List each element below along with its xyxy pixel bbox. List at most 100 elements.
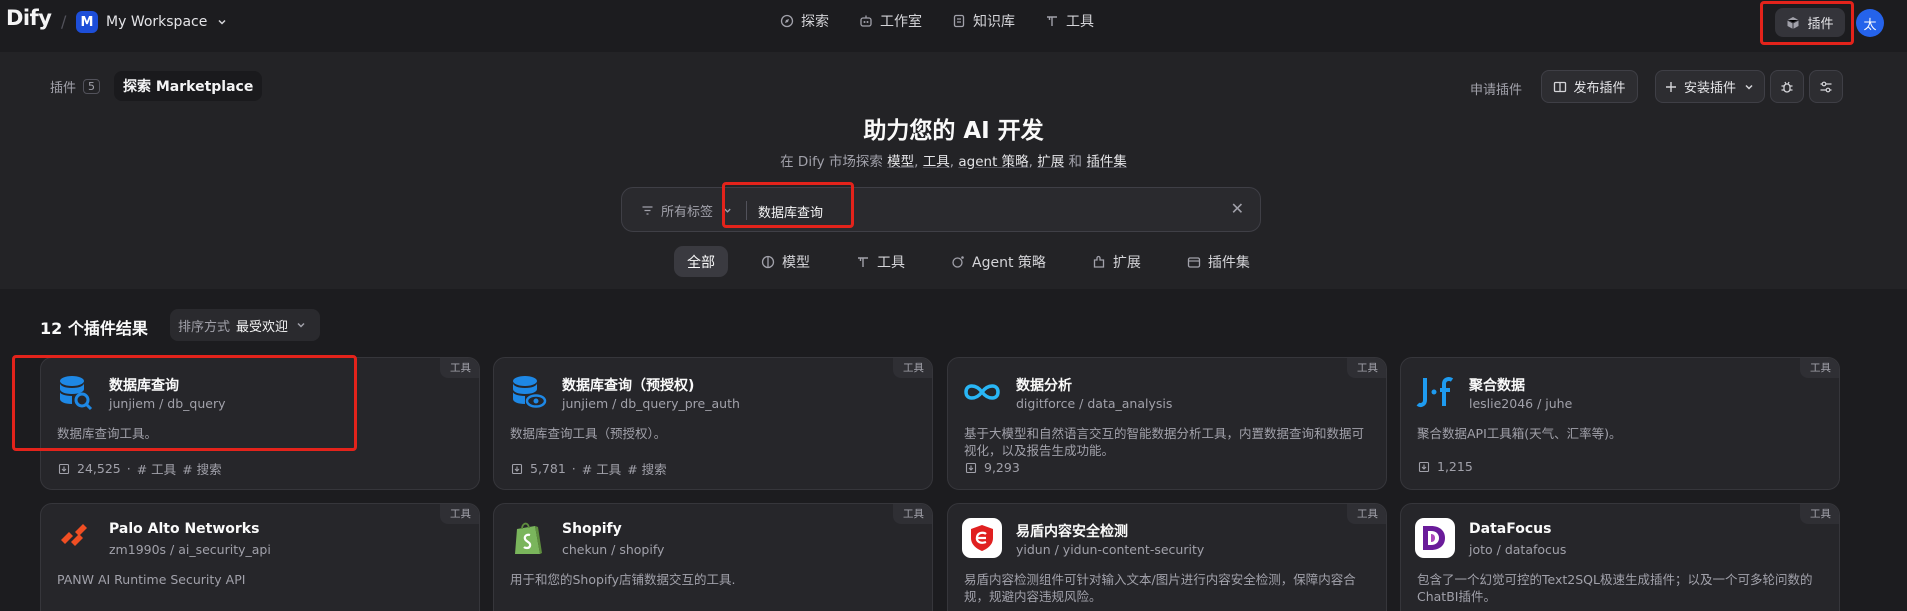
plugin-card-juhe[interactable]: 工具 聚合数据 leslie2046 / juhe 聚合数据API工具箱(天气、… [1400,357,1840,490]
plugin-card-db-query-pre-auth[interactable]: 工具 数据库查询（预授权) junjiem / db_query_pre_aut… [493,357,933,490]
clear-search-icon[interactable]: ✕ [1231,199,1244,218]
plugin-type-tag: 工具 [893,504,932,524]
hero-link-agent[interactable]: agent 策略 [958,154,1028,170]
plugin-type-tag: 工具 [440,504,479,524]
plugin-card-palo-alto[interactable]: 工具 Palo Alto Networks zm1990s / ai_secur… [40,503,480,611]
dify-logo[interactable]: Dify [6,6,52,30]
nav-knowledge-label: 知识库 [973,14,1015,30]
category-tab-tools[interactable]: 工具 [843,246,918,277]
hero-subtitle: 在 Dify 市场探索 模型, 工具, agent 策略, 扩展 和 插件集 [0,150,1907,170]
category-tab-label: Agent 策略 [972,254,1046,271]
hero-sep: , [914,154,919,170]
tools-icon [1045,14,1059,28]
chevron-down-icon [1742,80,1756,94]
category-tab-bundles[interactable]: 插件集 [1174,246,1263,277]
debug-button[interactable] [1770,70,1804,103]
category-tab-label: 模型 [782,254,810,271]
tab-installed-plugins[interactable]: 插件 5 [50,77,101,96]
hero-sep: , [949,154,955,170]
category-tab-label: 工具 [877,254,905,271]
chevron-down-icon [720,204,734,218]
category-tabs: 全部 模型 工具 Agent 策略 扩展 插件集 [674,246,1263,277]
search-bar: 所有标签 数据库查询 ✕ [621,187,1261,232]
search-input[interactable]: 数据库查询 [758,202,823,221]
plugin-description: 包含了一个幻觉可控的Text2SQL极速生成插件；以及一个可多轮问数的ChatB… [1417,572,1813,604]
nav-explore-label: 探索 [801,14,829,30]
book-icon [952,14,966,28]
tag-filter-label: 所有标签 [661,205,714,220]
publish-plugin-button[interactable]: 发布插件 [1541,70,1638,103]
tag-filter-dropdown[interactable]: 所有标签 [640,201,734,220]
download-icon [1417,460,1431,474]
breadcrumb-separator: / [61,12,67,31]
sort-dropdown[interactable]: 排序方式 最受欢迎 [170,309,321,341]
plugin-name: 聚合数据 [1469,378,1525,394]
tool-icon [856,255,870,269]
plugin-name: 易盾内容安全检测 [1016,524,1128,540]
juhe-logo-icon [1415,372,1455,412]
plugin-meta: 5,781 · # 工具 # 搜索 [510,459,667,478]
category-tab-label: 扩展 [1112,254,1141,271]
plugin-slug: chekun / shopify [562,542,665,557]
hero-link-bundles[interactable]: 插件集 [1086,154,1127,170]
bundle-icon [1187,255,1201,269]
plugin-card-shopify[interactable]: 工具 Shopify chekun / shopify 用于和您的Shopify… [493,503,933,611]
nav-knowledge[interactable]: 知识库 [952,11,1015,31]
download-icon [57,462,71,476]
shopify-logo-icon [508,518,548,558]
plugin-card-db-query[interactable]: 工具 数据库查询 junjiem / db_query 数据库查询工具。 24,… [40,357,480,490]
category-tab-agent[interactable]: Agent 策略 [938,246,1059,277]
plugin-description: PANW AI Runtime Security API [57,572,246,587]
plugins-button-label: 插件 [1807,17,1834,32]
plugin-type-tag: 工具 [440,358,479,378]
tag-label: # 工具 [581,462,622,477]
install-plugin-button[interactable]: 安装插件 [1655,70,1765,103]
meta-dot: · [126,461,131,476]
nav-studio[interactable]: 工作室 [859,11,922,31]
plugin-description: 基于大模型和自然语言交互的智能数据分析工具，内置数据查询和数据可视化，以及报告生… [964,426,1365,458]
plugin-slug: junjiem / db_query_pre_auth [562,396,740,411]
plugin-type-tag: 工具 [1347,358,1386,378]
meta-dot: · [571,461,576,476]
plugin-card-data-analysis[interactable]: 工具 数据分析 digitforce / data_analysis 基于大模型… [947,357,1387,490]
hero-sub-prefix: 在 Dify 市场探索 [780,154,883,170]
workspace-switcher[interactable]: M My Workspace [76,11,229,33]
nav-explore[interactable]: 探索 [780,11,829,31]
plugin-description: 易盾内容检测组件可针对输入文本/图片进行内容安全检测，保障内容合规，规避内容违规… [964,572,1356,604]
install-plugin-label: 安装插件 [1683,81,1736,96]
install-count: 1,215 [1437,459,1473,474]
installed-count-badge: 5 [83,79,101,94]
install-count: 5,781 [530,461,566,476]
hero-link-models[interactable]: 模型 [887,154,914,170]
paloalto-logo-icon [55,518,95,558]
workspace-avatar: M [76,11,98,33]
nav-tools[interactable]: 工具 [1045,11,1094,31]
download-icon [964,461,978,475]
plugin-card-datafocus[interactable]: 工具 DataFocus joto / datafocus 包含了一个幻觉可控的… [1400,503,1840,611]
plugin-description: 聚合数据API工具箱(天气、汇率等)。 [1417,426,1622,441]
settings-button[interactable] [1809,70,1843,103]
bug-icon [1780,80,1794,94]
plugin-name: 数据分析 [1016,378,1072,394]
user-avatar[interactable]: 太 [1856,9,1884,37]
plugin-card-yidun[interactable]: 工具 易盾内容安全检测 yidun / yidun-content-securi… [947,503,1387,611]
hero-sep: , [1028,154,1033,170]
plugin-slug: leslie2046 / juhe [1469,396,1573,411]
request-plugin-link[interactable]: 申请插件 [1470,79,1522,98]
book-open-icon [1553,80,1567,94]
category-tab-extensions[interactable]: 扩展 [1079,246,1154,277]
plugin-slug: junjiem / db_query [109,396,226,411]
plus-icon [1664,80,1678,94]
plugins-button[interactable]: 插件 [1775,8,1845,37]
tab-marketplace[interactable]: 探索 Marketplace [114,71,263,101]
category-tab-all[interactable]: 全部 [674,246,728,277]
category-tab-models[interactable]: 模型 [748,246,823,277]
nav-studio-label: 工作室 [880,14,922,30]
plugin-slug: joto / datafocus [1469,542,1567,557]
plugin-meta: 1,215 [1417,459,1473,474]
hero-link-extensions[interactable]: 扩展 [1037,154,1064,170]
plugin-name: DataFocus [1469,521,1552,537]
yidun-logo-icon [962,518,1002,558]
publish-plugin-label: 发布插件 [1573,81,1626,96]
hero-link-tools[interactable]: 工具 [923,154,950,170]
